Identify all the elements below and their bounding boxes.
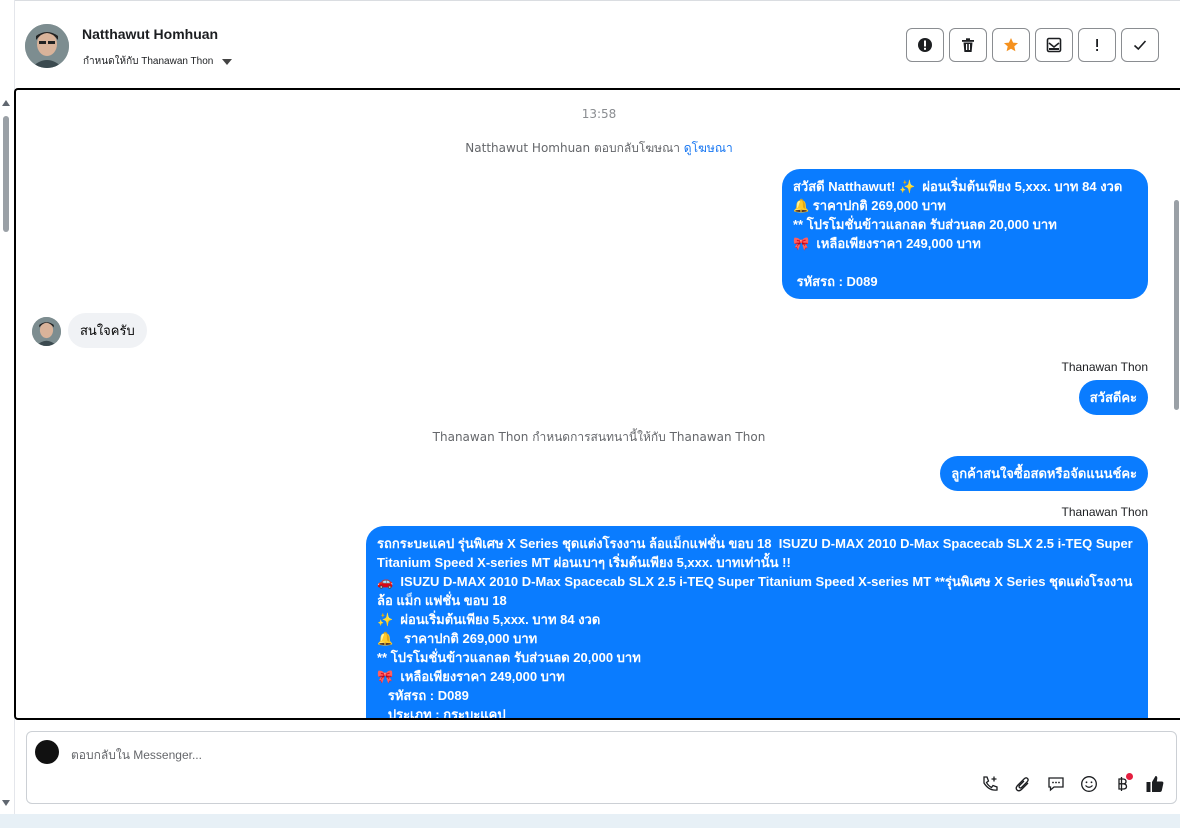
contact-name: Natthawut Homhuan [82, 26, 219, 42]
conversation-header: Natthawut Homhuan กำหนดให้กับ Thanawan T… [15, 4, 1180, 86]
check-icon [1133, 40, 1147, 51]
outgoing-message-1[interactable]: สวัสดี Natthawut! ✨ ผ่อนเริ่มต้นเพียง 5,… [782, 169, 1148, 299]
emoji-button[interactable] [1078, 773, 1100, 795]
reply-input[interactable]: ตอบกลับใน Messenger... [71, 746, 202, 765]
done-button[interactable] [1121, 28, 1159, 62]
view-ad-link[interactable]: ดูโฆษณา [684, 141, 733, 155]
header-actions [906, 28, 1159, 62]
ad-reply-notice: Natthawut Homhuan ตอบกลับโฆษณา ดูโฆษณา [16, 139, 1180, 158]
notification-dot [1126, 773, 1133, 780]
message-timestamp: 13:58 [581, 107, 617, 121]
outgoing-message-3[interactable]: ลูกค้าสนใจซื้อสดหรือจัดแนนช์คะ [940, 456, 1148, 491]
thread-scroll-thumb[interactable] [1174, 200, 1179, 410]
bottom-bar [0, 814, 1180, 828]
saved-replies-button[interactable] [1045, 773, 1067, 795]
contact-avatar-small [32, 317, 61, 346]
outgoing-message-4[interactable]: รถกระบะแคป รุ่นพิเศษ X Series ชุดแต่งโรง… [366, 526, 1148, 718]
message-thread[interactable]: 13:58 Natthawut Homhuan ตอบกลับโฆษณา ดูโ… [14, 88, 1180, 720]
paperclip-icon [1015, 777, 1029, 792]
delete-button[interactable] [949, 28, 987, 62]
scroll-thumb[interactable] [3, 116, 9, 232]
assign-dropdown[interactable]: กำหนดให้กับ Thanawan Thon [83, 54, 233, 69]
composer-tools [979, 773, 1166, 795]
contact-avatar[interactable] [25, 24, 69, 68]
assign-system-notice: Thanawan Thon กำหนดการสนทนานี้ให้กับ Tha… [432, 430, 766, 444]
mail-blocked-icon [1046, 37, 1062, 53]
payment-button[interactable] [1111, 773, 1133, 795]
ad-reply-text: Natthawut Homhuan ตอบกลับโฆษณา [465, 141, 680, 155]
chat-bubble-icon [1048, 777, 1064, 792]
trash-icon [962, 38, 974, 52]
exclamation-icon [1096, 39, 1098, 51]
spam-button[interactable] [906, 28, 944, 62]
alert-circle-icon [918, 38, 932, 52]
smiley-icon [1081, 776, 1097, 792]
star-icon [1004, 38, 1018, 52]
outgoing-message-2[interactable]: สวัสดีคะ [1078, 380, 1148, 415]
scroll-up-arrow-icon[interactable] [2, 100, 10, 106]
page-scrollbar[interactable] [0, 96, 12, 810]
assign-label: กำหนดให้กับ Thanawan Thon [83, 56, 214, 67]
thumbs-up-icon [1146, 776, 1164, 792]
star-button[interactable] [992, 28, 1030, 62]
page-avatar [35, 740, 59, 764]
important-button[interactable] [1078, 28, 1116, 62]
like-button[interactable] [1144, 773, 1166, 795]
incoming-message-1[interactable]: สนใจครับ [68, 313, 147, 348]
caret-down-icon [222, 58, 233, 65]
call-button[interactable] [979, 773, 1001, 795]
scroll-down-arrow-icon[interactable] [2, 800, 10, 806]
phone-plus-icon [983, 776, 998, 791]
mark-unread-button[interactable] [1035, 28, 1073, 62]
sender-name: Thanawan Thon [1061, 360, 1148, 374]
sender-name: Thanawan Thon [1061, 505, 1148, 519]
reply-composer[interactable]: ตอบกลับใน Messenger... [26, 731, 1177, 804]
attach-button[interactable] [1012, 773, 1034, 795]
